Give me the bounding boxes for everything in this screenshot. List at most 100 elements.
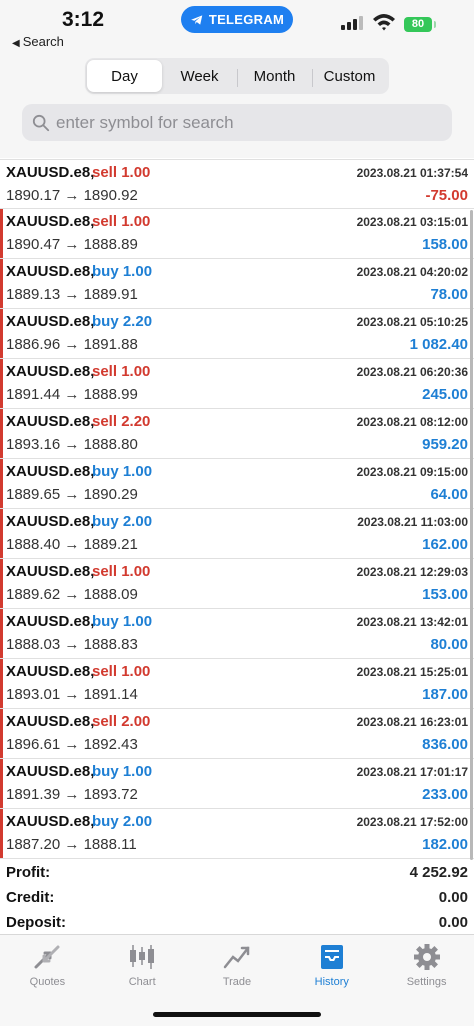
tab-label: Settings: [406, 976, 447, 988]
trade-row[interactable]: XAUUSD.e8, buy 2.00 1888.40 → 1889.21 2023.…: [0, 509, 474, 559]
arrow-right-icon: →: [64, 386, 80, 403]
arrow-right-icon: →: [64, 836, 80, 853]
gear-icon: [413, 944, 440, 970]
trade-row[interactable]: XAUUSD.e8, buy 2.00 1887.20 → 1888.11 2023.…: [0, 809, 474, 859]
trade-side-volume: sell 2.20: [92, 413, 151, 430]
trade-time: 2023.08.21 13:42:01: [356, 615, 468, 629]
cellular-signal-icon: [341, 14, 363, 30]
trade-side-volume: buy 2.20: [92, 313, 153, 330]
trade-symbol: XAUUSD.e8,: [6, 563, 95, 580]
trade-row[interactable]: XAUUSD.e8, buy 1.00 1891.39 → 1893.72 2023.…: [0, 759, 474, 809]
trade-row[interactable]: XAUUSD.e8, sell 2.00 1896.61 → 1892.43 2023…: [0, 709, 474, 759]
period-segmented-control: Day Week Month Custom: [85, 58, 389, 94]
trade-profit: 64.00: [430, 486, 468, 503]
trade-time: 2023.08.21 01:37:54: [356, 166, 468, 180]
tab-day[interactable]: Day: [87, 60, 162, 92]
trade-symbol: XAUUSD.e8,: [6, 513, 95, 530]
tab-custom[interactable]: Custom: [312, 60, 387, 92]
back-to-search-link[interactable]: ◀ Search: [12, 34, 64, 49]
trade-row[interactable]: XAUUSD.e8, sell 1.00 1891.44 → 1888.99 2023…: [0, 359, 474, 409]
trade-row[interactable]: XAUUSD.e8, sell 1.00 1893.01 → 1891.14 2023…: [0, 659, 474, 709]
arrow-right-icon: →: [64, 486, 80, 503]
trade-time: 2023.08.21 11:03:00: [357, 515, 468, 529]
arrow-right-icon: →: [64, 436, 80, 453]
back-label: Search: [22, 34, 64, 49]
search-icon: [32, 114, 50, 131]
account-summary: Profit: 4 252.92 Credit: 0.00 Deposit: 0…: [0, 861, 474, 936]
arrow-right-icon: →: [64, 286, 80, 303]
trade-prices: 1888.40 → 1889.21: [6, 536, 138, 553]
trade-prices: 1889.65 → 1890.29: [6, 486, 138, 503]
trade-prices: 1893.16 → 1888.80: [6, 436, 138, 453]
trade-symbol: XAUUSD.e8,: [6, 213, 95, 230]
arrow-right-icon: →: [64, 786, 80, 803]
trade-prices: 1888.03 → 1888.83: [6, 636, 138, 653]
trade-symbol: XAUUSD.e8,: [6, 263, 95, 280]
trade-time: 2023.08.21 12:29:03: [356, 565, 468, 579]
trade-row[interactable]: XAUUSD.e8, buy 1.00 1889.13 → 1889.91 2023.…: [0, 259, 474, 309]
trade-profit: 1 082.40: [409, 336, 468, 353]
quotes-icon: [34, 945, 60, 969]
trade-side-volume: sell 1.00: [92, 363, 151, 380]
trade-prices: 1896.61 → 1892.43: [6, 736, 138, 753]
tab-settings[interactable]: Settings: [379, 935, 474, 1026]
trade-symbol: XAUUSD.e8,: [6, 164, 95, 181]
trade-side-volume: buy 2.00: [92, 513, 153, 530]
trade-prices: 1891.44 → 1888.99: [6, 386, 138, 403]
trade-time: 2023.08.21 06:20:36: [356, 365, 468, 379]
history-icon: [320, 945, 343, 969]
chart-icon: [130, 945, 155, 969]
trade-time: 2023.08.21 17:01:17: [356, 765, 468, 779]
tab-quotes[interactable]: Quotes: [0, 935, 95, 1026]
trade-prices: 1890.47 → 1888.89: [6, 236, 138, 253]
trade-side-volume: sell 1.00: [92, 164, 151, 181]
arrow-right-icon: →: [64, 736, 80, 753]
trade-profit: -75.00: [425, 187, 468, 204]
trade-row[interactable]: XAUUSD.e8, sell 1.00 1890.17 → 1890.92 2023…: [0, 159, 474, 209]
scroll-indicator[interactable]: [470, 210, 473, 860]
telegram-icon: [190, 14, 203, 25]
trade-row[interactable]: XAUUSD.e8, buy 1.00 1888.03 → 1888.83 2023.…: [0, 609, 474, 659]
trade-side-volume: buy 1.00: [92, 463, 153, 480]
trade-row[interactable]: XAUUSD.e8, sell 2.20 1893.16 → 1888.80 2023…: [0, 409, 474, 459]
tab-label: Quotes: [29, 976, 66, 988]
trade-symbol: XAUUSD.e8,: [6, 313, 95, 330]
trade-profit: 153.00: [422, 586, 468, 603]
summary-value: 4 252.92: [409, 864, 468, 881]
trade-prices: 1891.39 → 1893.72: [6, 786, 138, 803]
tab-label: History: [314, 976, 349, 988]
trade-prices: 1887.20 → 1888.11: [6, 836, 137, 853]
trade-symbol: XAUUSD.e8,: [6, 613, 95, 630]
home-indicator: [153, 1012, 321, 1017]
tab-month[interactable]: Month: [237, 60, 312, 92]
trade-time: 2023.08.21 15:25:01: [356, 665, 468, 679]
trade-profit: 959.20: [422, 436, 468, 453]
trade-symbol: XAUUSD.e8,: [6, 813, 95, 830]
trade-row[interactable]: XAUUSD.e8, buy 1.00 1889.65 → 1890.29 2023.…: [0, 459, 474, 509]
trade-time: 2023.08.21 09:15:00: [356, 465, 468, 479]
trade-time: 2023.08.21 04:20:02: [356, 265, 468, 279]
trade-profit: 78.00: [430, 286, 468, 303]
trade-profit: 182.00: [422, 836, 468, 853]
telegram-pill[interactable]: TELEGRAM: [181, 6, 293, 33]
trade-side-volume: sell 1.00: [92, 213, 151, 230]
trade-side-volume: buy 2.00: [92, 813, 153, 830]
trade-profit: 187.00: [422, 686, 468, 703]
trade-time: 2023.08.21 08:12:00: [356, 415, 468, 429]
trade-symbol: XAUUSD.e8,: [6, 413, 95, 430]
trade-row[interactable]: XAUUSD.e8, sell 1.00 1890.47 → 1888.89 2023…: [0, 209, 474, 259]
arrow-right-icon: →: [64, 536, 80, 553]
summary-profit-row: Profit: 4 252.92: [0, 861, 474, 886]
trade-prices: 1889.13 → 1889.91: [6, 286, 138, 303]
tab-label: Trade: [222, 976, 252, 988]
trade-history-list: XAUUSD.e8, sell 1.00 1890.17 → 1890.92 2023…: [0, 159, 474, 859]
summary-label: Profit:: [6, 864, 51, 881]
search-box: [22, 104, 452, 141]
tab-week[interactable]: Week: [162, 60, 237, 92]
trade-row[interactable]: XAUUSD.e8, sell 1.00 1889.62 → 1888.09 2023…: [0, 559, 474, 609]
symbol-search-input[interactable]: [56, 112, 436, 133]
trade-profit: 80.00: [430, 636, 468, 653]
trade-row[interactable]: XAUUSD.e8, buy 2.20 1886.96 → 1891.88 2023.…: [0, 309, 474, 359]
back-arrow-icon: ◀: [12, 38, 20, 49]
trade-symbol: XAUUSD.e8,: [6, 663, 95, 680]
